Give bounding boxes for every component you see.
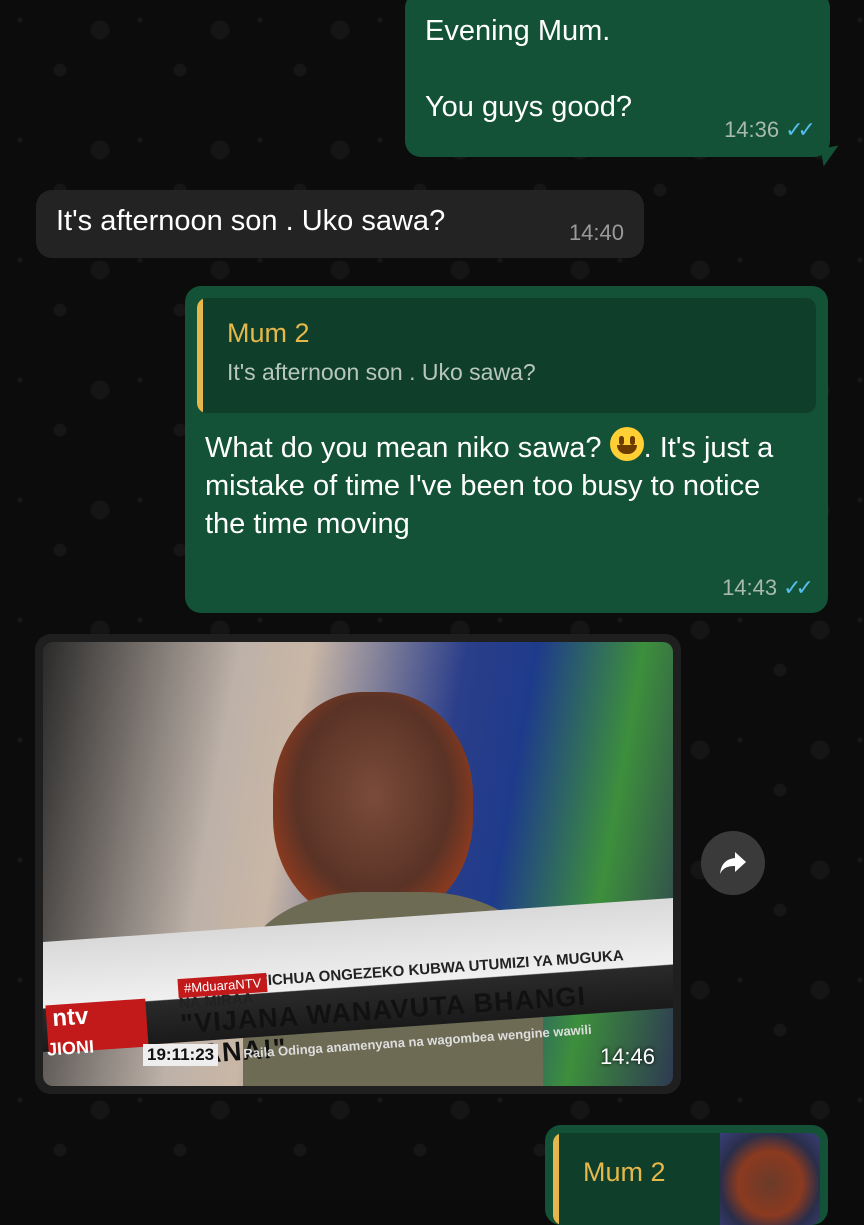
- smiley-emoji-icon: [609, 427, 644, 461]
- message-time: 14:36: [724, 117, 780, 142]
- message-meta: 14:40: [569, 220, 624, 246]
- message-text-line1: Evening Mum.: [425, 15, 611, 47]
- double-check-icon: ✓✓: [783, 575, 814, 600]
- message-text: What do you mean niko sawa? . It's just …: [197, 427, 816, 543]
- shared-photo[interactable]: RIPOTI IMEFICHUA ONGEZEKO KUBWA UTUMIZI …: [43, 642, 673, 1086]
- quoted-sender: Mum 2: [227, 318, 310, 348]
- incoming-message[interactable]: It's afternoon son . Uko sawa? 14:40: [36, 190, 644, 258]
- incoming-image-message[interactable]: RIPOTI IMEFICHUA ONGEZEKO KUBWA UTUMIZI …: [35, 634, 681, 1094]
- forward-arrow-icon: [720, 852, 746, 874]
- quoted-message[interactable]: Mum 2: [553, 1133, 820, 1225]
- message-time: 14:46: [599, 1044, 655, 1069]
- quoted-text: It's afternoon son . Uko sawa?: [227, 359, 536, 385]
- quote-accent-bar: [553, 1133, 559, 1225]
- outgoing-reply-message[interactable]: Mum 2 It's afternoon son . Uko sawa? Wha…: [185, 286, 828, 613]
- tv-clock: 19:11:23: [143, 1044, 219, 1066]
- message-time: 14:40: [568, 220, 624, 245]
- message-meta: 14:43 ✓✓: [722, 575, 814, 601]
- photo-subject: [273, 692, 473, 922]
- quote-accent-bar: [197, 298, 203, 413]
- message-time: 14:43: [722, 575, 778, 600]
- outgoing-reply-message[interactable]: Mum 2: [545, 1125, 828, 1225]
- outgoing-message[interactable]: Evening Mum. You guys good? 14:36 ✓✓: [405, 0, 842, 167]
- double-check-icon: ✓✓: [785, 117, 816, 142]
- bubble-tail: [820, 145, 842, 167]
- quoted-message[interactable]: Mum 2 It's afternoon son . Uko sawa?: [197, 298, 816, 413]
- tv-channel-logo-sub: JIONI: [46, 1036, 95, 1060]
- quoted-image-thumbnail: [720, 1133, 820, 1225]
- message-meta: 14:36 ✓✓: [724, 117, 816, 143]
- message-text-part1: What do you mean niko sawa?: [205, 432, 610, 464]
- message-text: It's afternoon son . Uko sawa?: [56, 205, 446, 237]
- forward-button[interactable]: [701, 831, 765, 895]
